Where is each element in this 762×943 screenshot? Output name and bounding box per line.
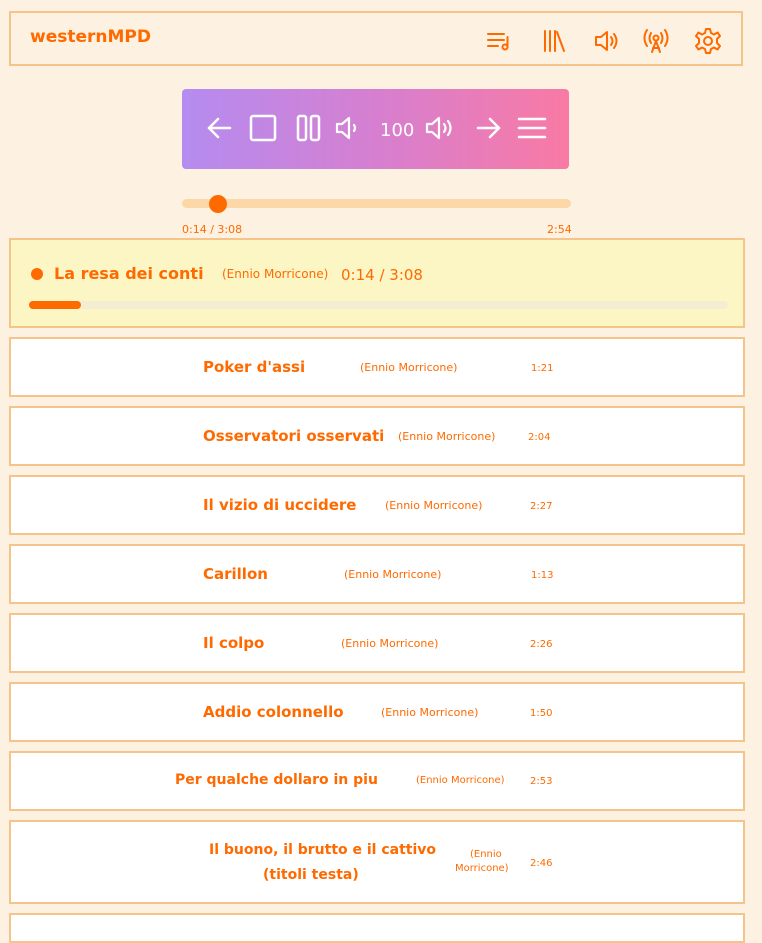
list-item[interactable]: Addio colonnello (Ennio Morricone) 1:50 (9, 682, 745, 742)
track-title: Carillon (203, 565, 268, 583)
track-title: Osservatori osservati (203, 427, 385, 445)
next-icon[interactable] (473, 111, 505, 145)
track-duration: 1:50 (530, 708, 553, 719)
volume-down-icon[interactable] (333, 111, 365, 145)
track-title-line1: Il buono, il brutto e il cattivo (209, 842, 437, 858)
track-artist: (Ennio Morricone) (416, 775, 505, 786)
remaining-time: 2:54 (547, 223, 572, 236)
track-artist: (Ennio Morricone) (398, 430, 496, 443)
seek-bar[interactable] (182, 199, 571, 208)
track-title: Il vizio di uccidere (203, 496, 357, 514)
track-duration: 2:53 (530, 776, 553, 787)
track-artist: (Ennio Morricone) (385, 499, 483, 512)
track-duration: 2:27 (530, 501, 553, 512)
track-title: Poker d'assi (203, 358, 306, 376)
track-artist-line2: Morricone) (455, 863, 509, 874)
settings-icon[interactable] (694, 27, 722, 55)
track-duration: 1:13 (531, 570, 554, 581)
track-title: Per qualche dollaro in piu (175, 772, 378, 788)
list-item[interactable]: Il colpo (Ennio Morricone) 2:26 (9, 613, 745, 673)
app-title[interactable]: westernMPD (30, 27, 151, 47)
volume-level: 100 (380, 120, 415, 141)
app-header: westernMPD (9, 11, 743, 66)
current-track-time: 0:14 / 3:08 (341, 266, 423, 284)
current-track-title: La resa dei conti (54, 264, 204, 283)
volume-up-icon[interactable] (424, 111, 456, 145)
list-item[interactable]: Il buono, il brutto e il cattivo (titoli… (9, 820, 745, 904)
track-artist: (Ennio Morricone) (344, 568, 442, 581)
track-artist: (Ennio Morricone) (381, 706, 479, 719)
current-track-artist: (Ennio Morricone) (222, 267, 329, 281)
library-icon[interactable] (540, 27, 568, 55)
player-controls: 100 (182, 89, 569, 169)
queue-icon[interactable] (485, 27, 513, 55)
now-playing-item[interactable]: La resa dei conti (Ennio Morricone) 0:14… (9, 238, 745, 328)
menu-icon[interactable] (516, 111, 548, 145)
volume-icon[interactable] (593, 27, 621, 55)
pause-icon[interactable] (293, 111, 325, 145)
list-item[interactable]: Poker d'assi (Ennio Morricone) 1:21 (9, 337, 745, 397)
list-item[interactable]: Per qualche dollaro in piu (Ennio Morric… (9, 751, 745, 811)
seek-handle[interactable] (209, 195, 227, 213)
track-duration: 2:04 (528, 432, 551, 443)
current-track-progress-fill (29, 301, 81, 309)
elapsed-time: 0:14 / 3:08 (182, 223, 243, 236)
track-artist: (Ennio Morricone) (341, 637, 439, 650)
playing-indicator-icon (31, 268, 43, 280)
track-artist-line1: (Ennio (470, 849, 502, 860)
track-title: Addio colonnello (203, 703, 344, 721)
track-title-line2: (titoli testa) (263, 867, 359, 883)
list-item[interactable]: Carillon (Ennio Morricone) 1:13 (9, 544, 745, 604)
radio-icon[interactable] (642, 27, 670, 55)
previous-icon[interactable] (204, 111, 236, 145)
track-duration: 2:26 (530, 639, 553, 650)
list-item[interactable] (9, 913, 745, 943)
current-track-progress (29, 301, 728, 309)
list-item[interactable]: Osservatori osservati (Ennio Morricone) … (9, 406, 745, 466)
track-title: Il colpo (203, 634, 265, 652)
track-duration: 2:46 (530, 858, 553, 869)
list-item[interactable]: Il vizio di uccidere (Ennio Morricone) 2… (9, 475, 745, 535)
track-artist: (Ennio Morricone) (360, 361, 458, 374)
stop-icon[interactable] (247, 111, 279, 145)
track-duration: 1:21 (531, 363, 554, 374)
